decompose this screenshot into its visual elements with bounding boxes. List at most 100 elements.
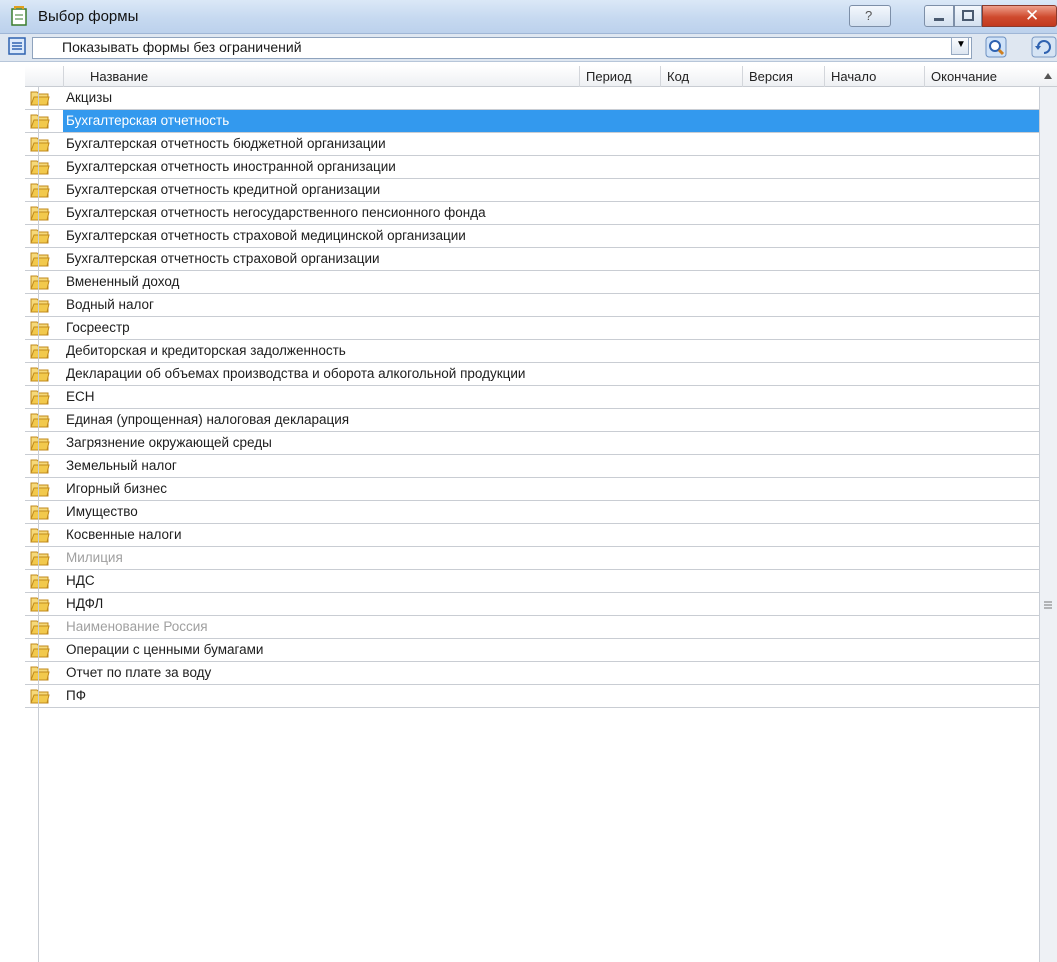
chevron-down-icon: ▼ xyxy=(956,39,966,50)
folder-icon xyxy=(30,459,50,474)
filter-value: Показывать формы без ограничений xyxy=(62,39,302,55)
row-label: Бухгалтерская отчетность страховой орган… xyxy=(66,251,380,266)
table-row[interactable]: НДС xyxy=(25,570,1039,593)
grid-header: Название Период Код Версия Начало Оконча… xyxy=(25,66,1057,87)
folder-icon xyxy=(30,505,50,520)
title-bar: Выбор формы ? ✕ xyxy=(0,0,1057,34)
dropdown-button[interactable]: ▼ xyxy=(951,37,969,55)
row-label: Наименование Россия xyxy=(66,619,208,634)
row-label: Операции с ценными бумагами xyxy=(66,642,264,657)
table-row[interactable]: Бухгалтерская отчетность бюджетной орган… xyxy=(25,133,1039,156)
close-icon: ✕ xyxy=(1025,6,1040,25)
folder-icon xyxy=(30,620,50,635)
column-header-start[interactable]: Начало xyxy=(824,66,924,87)
folder-icon xyxy=(30,436,50,451)
table-row[interactable]: Отчет по плате за воду xyxy=(25,662,1039,685)
table-row[interactable]: Загрязнение окружающей среды xyxy=(25,432,1039,455)
table-row[interactable]: Милиция xyxy=(25,547,1039,570)
table-row[interactable]: Декларации об объемах производства и обо… xyxy=(25,363,1039,386)
folder-icon xyxy=(30,229,50,244)
table-row[interactable]: Дебиторская и кредиторская задолженность xyxy=(25,340,1039,363)
scroll-up-icon[interactable] xyxy=(1043,72,1053,80)
help-button[interactable]: ? xyxy=(849,5,891,27)
table-row[interactable]: Бухгалтерская отчетность страховой медиц… xyxy=(25,225,1039,248)
row-label: Бухгалтерская отчетность иностранной орг… xyxy=(66,159,396,174)
scroll-grip-icon[interactable] xyxy=(1044,600,1052,612)
table-row[interactable]: Имущество xyxy=(25,501,1039,524)
row-label: Милиция xyxy=(66,550,123,565)
maximize-button[interactable] xyxy=(954,5,982,27)
folder-icon xyxy=(30,643,50,658)
row-label: Вмененный доход xyxy=(66,274,180,289)
table-row[interactable]: НДФЛ xyxy=(25,593,1039,616)
folder-icon xyxy=(30,183,50,198)
folder-icon xyxy=(30,206,50,221)
table-row[interactable]: Бухгалтерская отчетность иностранной орг… xyxy=(25,156,1039,179)
table-row[interactable]: Водный налог xyxy=(25,294,1039,317)
column-header-version[interactable]: Версия xyxy=(742,66,824,87)
folder-icon xyxy=(30,91,50,106)
row-label: ПФ xyxy=(66,688,86,703)
folder-icon xyxy=(30,597,50,612)
table-row[interactable]: Бухгалтерская отчетность кредитной орган… xyxy=(25,179,1039,202)
table-row[interactable]: Наименование Россия xyxy=(25,616,1039,639)
minimize-button[interactable] xyxy=(924,5,954,27)
list-icon xyxy=(8,37,26,55)
column-header-end[interactable]: Окончание xyxy=(924,66,1039,87)
refresh-icon[interactable] xyxy=(1031,36,1057,58)
row-label: Декларации об объемах производства и обо… xyxy=(66,366,526,381)
row-label: Косвенные налоги xyxy=(66,527,182,542)
row-label: Акцизы xyxy=(66,90,113,105)
folder-icon xyxy=(30,160,50,175)
vertical-scrollbar[interactable] xyxy=(1039,87,1057,962)
row-label: Бухгалтерская отчетность негосударственн… xyxy=(66,205,486,220)
row-label: Госреестр xyxy=(66,320,130,335)
folder-icon xyxy=(30,344,50,359)
folder-icon xyxy=(30,574,50,589)
preview-icon[interactable] xyxy=(985,36,1007,58)
row-label: ЕСН xyxy=(66,389,95,404)
column-header-name[interactable]: Название xyxy=(63,66,579,87)
table-row[interactable]: Бухгалтерская отчетность негосударственн… xyxy=(25,202,1039,225)
table-row[interactable]: ПФ xyxy=(25,685,1039,708)
row-label: Игорный бизнес xyxy=(66,481,167,496)
forms-list: Акцизы Бухгалтерская отчетность Бухгалтерс… xyxy=(25,87,1039,708)
table-row[interactable]: Единая (упрощенная) налоговая декларация xyxy=(25,409,1039,432)
table-row[interactable]: Земельный налог xyxy=(25,455,1039,478)
form-icon xyxy=(11,6,27,26)
row-label: НДС xyxy=(66,573,95,588)
row-label: Имущество xyxy=(66,504,138,519)
minimize-icon xyxy=(934,18,944,21)
folder-icon xyxy=(30,252,50,267)
row-label: Отчет по плате за воду xyxy=(66,665,212,680)
folder-icon xyxy=(30,367,50,382)
row-label: Бухгалтерская отчетность страховой медиц… xyxy=(66,228,466,243)
table-row[interactable]: Бухгалтерская отчетность xyxy=(25,110,1039,133)
table-row[interactable]: Бухгалтерская отчетность страховой орган… xyxy=(25,248,1039,271)
help-label: ? xyxy=(865,8,873,23)
gutter-divider xyxy=(38,87,39,962)
column-header-code[interactable]: Код xyxy=(660,66,742,87)
row-label: Бухгалтерская отчетность бюджетной орган… xyxy=(66,136,386,151)
table-row[interactable]: Косвенные налоги xyxy=(25,524,1039,547)
table-row[interactable]: Игорный бизнес xyxy=(25,478,1039,501)
table-row[interactable]: Акцизы xyxy=(25,87,1039,110)
folder-icon xyxy=(30,275,50,290)
folder-icon xyxy=(30,482,50,497)
row-label: НДФЛ xyxy=(66,596,104,611)
table-row[interactable]: ЕСН xyxy=(25,386,1039,409)
column-header-period[interactable]: Период xyxy=(579,66,660,87)
folder-icon xyxy=(30,413,50,428)
row-label: Дебиторская и кредиторская задолженность xyxy=(66,343,346,358)
window-title: Выбор формы xyxy=(38,8,139,25)
table-row[interactable]: Вмененный доход xyxy=(25,271,1039,294)
table-row[interactable]: Госреестр xyxy=(25,317,1039,340)
folder-icon xyxy=(30,298,50,313)
table-row[interactable]: Операции с ценными бумагами xyxy=(25,639,1039,662)
folder-icon xyxy=(30,137,50,152)
row-label: Единая (упрощенная) налоговая декларация xyxy=(66,412,350,427)
folder-icon xyxy=(30,114,50,129)
folder-icon xyxy=(30,551,50,566)
folder-icon xyxy=(30,321,50,336)
close-button[interactable]: ✕ xyxy=(982,5,1057,27)
